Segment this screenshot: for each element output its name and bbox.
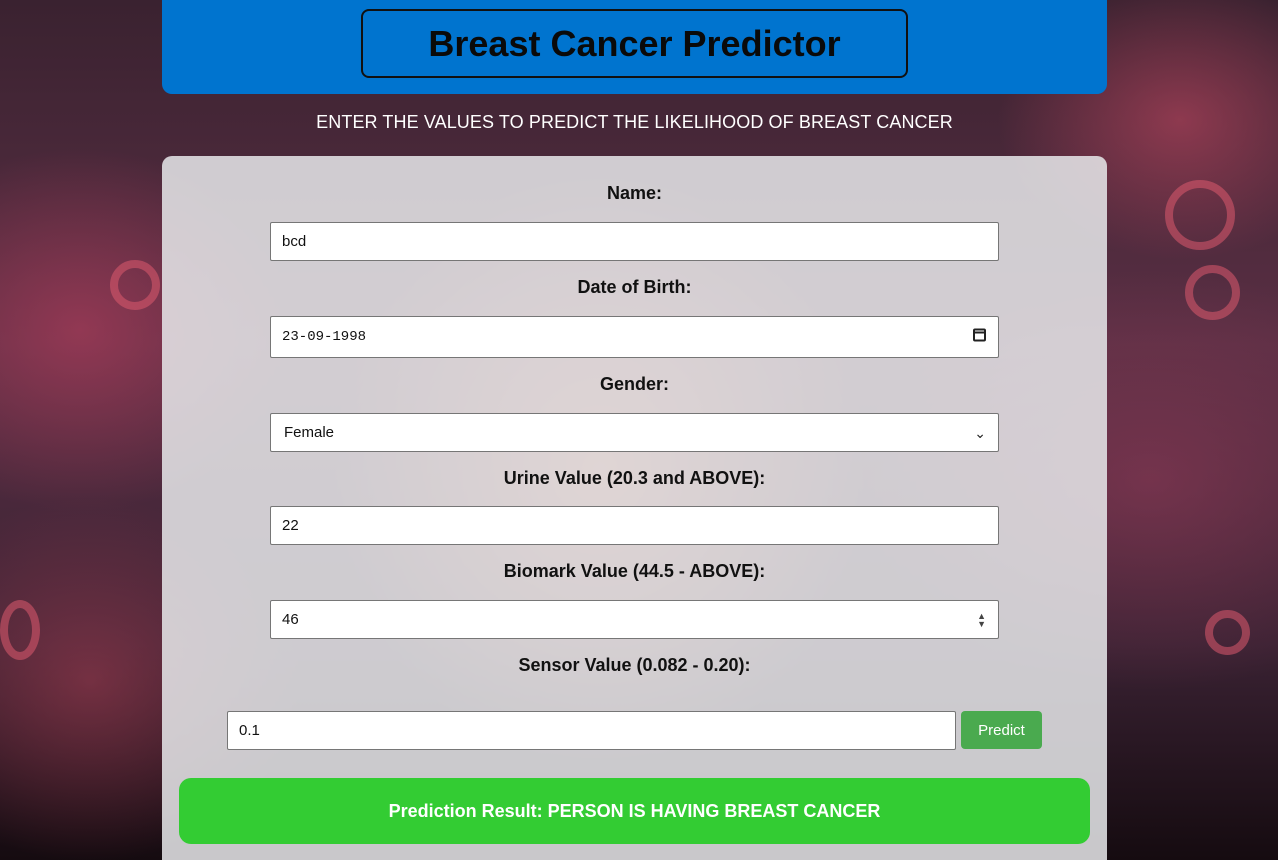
predict-button[interactable]: Predict (961, 711, 1042, 749)
sensor-input[interactable]: 0.1 (227, 711, 956, 750)
prediction-form: Name: bcd Date of Birth: 23-09-1998 Gend… (162, 156, 1107, 860)
gender-select-value: Female (284, 424, 335, 441)
dob-input[interactable]: 23-09-1998 (270, 316, 999, 358)
urine-label: Urine Value (20.3 and ABOVE): (503, 468, 766, 488)
prediction-result: Prediction Result: PERSON IS HAVING BREA… (179, 778, 1090, 844)
biomark-label: Biomark Value (44.5 - ABOVE): (503, 561, 766, 581)
sensor-label: Sensor Value (0.082 - 0.20): (518, 655, 751, 675)
gender-select[interactable]: Female ⌄ (270, 413, 999, 452)
name-label: Name: (606, 183, 663, 203)
name-input-value: bcd (282, 233, 307, 250)
page-subtitle: ENTER THE VALUES TO PREDICT THE LIKELIHO… (316, 112, 953, 132)
spinner-icon[interactable]: ▲ ▼ (977, 611, 986, 628)
name-input[interactable]: bcd (270, 222, 999, 261)
cell-decoration (1205, 610, 1250, 655)
page-header: Breast Cancer Predictor (162, 0, 1107, 94)
urine-input-value: 22 (282, 517, 299, 534)
biomark-input-value: 46 (282, 611, 299, 628)
urine-input[interactable]: 22 (270, 506, 999, 545)
cell-decoration (0, 600, 40, 660)
sensor-input-value: 0.1 (239, 722, 260, 739)
chevron-down-icon: ⌄ (974, 424, 986, 441)
page-title: Breast Cancer Predictor (428, 22, 841, 64)
prediction-result-text: Prediction Result: PERSON IS HAVING BREA… (388, 800, 881, 821)
cell-decoration (1185, 265, 1240, 320)
cell-decoration (1165, 180, 1235, 250)
dob-input-value: 23-09-1998 (282, 329, 367, 345)
calendar-icon[interactable] (973, 328, 986, 346)
gender-label: Gender: (599, 374, 669, 394)
title-box: Breast Cancer Predictor (361, 9, 908, 78)
cell-decoration (110, 260, 160, 310)
dob-label: Date of Birth: (577, 277, 692, 297)
biomark-input[interactable]: 46 ▲ ▼ (270, 600, 999, 639)
